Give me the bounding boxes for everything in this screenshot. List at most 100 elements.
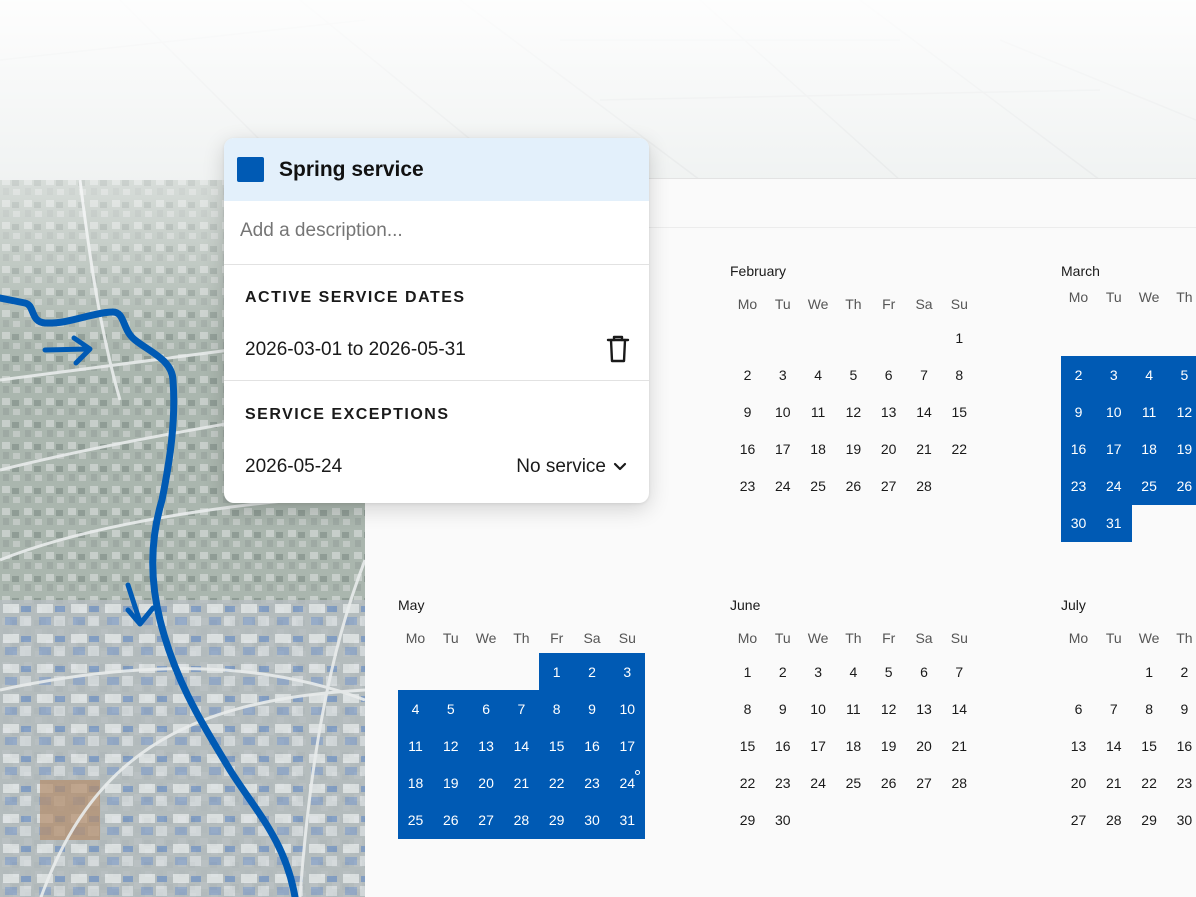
calendar-day[interactable]: 2 [765, 653, 801, 691]
calendar-day[interactable]: 9 [1166, 690, 1196, 728]
calendar-day[interactable]: 29 [538, 801, 575, 839]
calendar-day[interactable]: 29 [730, 801, 766, 839]
calendar-day[interactable]: 21 [941, 727, 977, 765]
calendar-day[interactable]: 27 [906, 764, 942, 802]
calendar-day[interactable]: 17 [765, 430, 801, 468]
calendar-day[interactable]: 10 [765, 393, 801, 431]
calendar-day[interactable]: 11 [1131, 393, 1168, 431]
calendar-day[interactable]: 28 [906, 467, 942, 505]
calendar-day[interactable]: 9 [730, 393, 766, 431]
calendar-day[interactable]: 19 [835, 430, 871, 468]
calendar-day[interactable]: 23 [1166, 764, 1196, 802]
calendar-day[interactable]: 11 [835, 690, 871, 728]
calendar-day[interactable]: 31 [1095, 504, 1132, 542]
calendar-day[interactable]: 24 [1095, 467, 1132, 505]
calendar-day[interactable]: 10 [800, 690, 836, 728]
calendar-day[interactable]: 16 [765, 727, 801, 765]
calendar-day[interactable]: 11 [397, 727, 434, 765]
calendar-day[interactable]: 8 [1131, 690, 1167, 728]
calendar-day[interactable]: 20 [1061, 764, 1097, 802]
calendar-day[interactable]: 27 [1061, 801, 1097, 839]
exception-type-select[interactable]: No service [516, 456, 627, 478]
calendar-day[interactable]: 6 [871, 356, 907, 394]
active-date-range[interactable]: 2026-03-01 to 2026-05-31 [245, 339, 466, 361]
calendar-day[interactable]: 13 [906, 690, 942, 728]
description-input[interactable] [240, 220, 620, 242]
exception-date[interactable]: 2026-05-24 [245, 456, 342, 478]
calendar-day[interactable]: 3 [609, 653, 646, 691]
calendar-day[interactable]: 12 [871, 690, 907, 728]
calendar-day[interactable]: 1 [1131, 653, 1167, 691]
calendar-day[interactable]: 24 [765, 467, 801, 505]
calendar-day[interactable]: 8 [538, 690, 575, 728]
calendar-day[interactable]: 5 [1166, 356, 1196, 394]
calendar-day[interactable]: 22 [730, 764, 766, 802]
calendar-day[interactable]: 1 [730, 653, 766, 691]
calendar-day[interactable]: 12 [835, 393, 871, 431]
calendar-day[interactable]: 14 [1096, 727, 1132, 765]
calendar-day[interactable]: 21 [503, 764, 540, 802]
calendar-day[interactable]: 19 [432, 764, 469, 802]
calendar-day[interactable]: 17 [800, 727, 836, 765]
calendar-day[interactable]: 5 [835, 356, 871, 394]
service-color-swatch[interactable] [237, 157, 264, 182]
calendar-day[interactable]: 7 [503, 690, 540, 728]
calendar-day[interactable]: 26 [1166, 467, 1196, 505]
calendar-day[interactable]: 23 [1060, 467, 1097, 505]
calendar-day[interactable]: 18 [835, 727, 871, 765]
calendar-day[interactable]: 2 [574, 653, 610, 691]
calendar-day[interactable]: 29 [1131, 801, 1167, 839]
calendar-day[interactable]: 2 [1060, 356, 1097, 394]
calendar-day[interactable]: 17 [609, 727, 646, 765]
calendar-day[interactable]: 28 [503, 801, 540, 839]
calendar-day[interactable]: 10 [609, 690, 646, 728]
calendar-day[interactable]: 15 [941, 393, 977, 431]
calendar-day[interactable]: 12 [432, 727, 469, 765]
calendar-day[interactable]: 25 [397, 801, 434, 839]
calendar-day[interactable]: 6 [468, 690, 505, 728]
calendar-day[interactable]: 24 [609, 764, 646, 802]
calendar-day[interactable]: 22 [1131, 764, 1167, 802]
calendar-day[interactable]: 3 [765, 356, 801, 394]
calendar-day[interactable]: 13 [468, 727, 505, 765]
calendar-day[interactable]: 20 [468, 764, 505, 802]
calendar-day[interactable]: 25 [835, 764, 871, 802]
calendar-day[interactable]: 5 [871, 653, 907, 691]
calendar-day[interactable]: 28 [941, 764, 977, 802]
calendar-day[interactable]: 18 [1131, 430, 1168, 468]
calendar-day[interactable]: 28 [1096, 801, 1132, 839]
calendar-day[interactable]: 5 [432, 690, 469, 728]
calendar-day[interactable]: 21 [906, 430, 942, 468]
calendar-day[interactable]: 15 [730, 727, 766, 765]
calendar-day[interactable]: 25 [1131, 467, 1168, 505]
calendar-day[interactable]: 10 [1095, 393, 1132, 431]
calendar-day[interactable]: 1 [941, 319, 977, 357]
service-title[interactable]: Spring service [279, 158, 424, 182]
calendar-day[interactable]: 19 [1166, 430, 1196, 468]
calendar-day[interactable]: 19 [871, 727, 907, 765]
calendar-day[interactable]: 18 [397, 764, 434, 802]
calendar-day[interactable]: 16 [730, 430, 766, 468]
calendar-day[interactable]: 7 [906, 356, 942, 394]
calendar-day[interactable]: 14 [503, 727, 540, 765]
calendar-day[interactable]: 8 [941, 356, 977, 394]
calendar-day[interactable]: 16 [1060, 430, 1097, 468]
calendar-day[interactable]: 30 [574, 801, 610, 839]
calendar-day[interactable]: 4 [835, 653, 871, 691]
calendar-day[interactable]: 30 [1060, 504, 1097, 542]
calendar-day[interactable]: 16 [1166, 727, 1196, 765]
calendar-day[interactable]: 6 [906, 653, 942, 691]
calendar-day[interactable]: 24 [800, 764, 836, 802]
calendar-day[interactable]: 20 [906, 727, 942, 765]
calendar-day[interactable]: 14 [906, 393, 942, 431]
calendar-day[interactable]: 7 [941, 653, 977, 691]
calendar-day[interactable]: 9 [574, 690, 610, 728]
calendar-day[interactable]: 7 [1096, 690, 1132, 728]
calendar-day[interactable]: 17 [1095, 430, 1132, 468]
calendar-day[interactable]: 12 [1166, 393, 1196, 431]
calendar-day[interactable]: 27 [871, 467, 907, 505]
calendar-day[interactable]: 22 [538, 764, 575, 802]
calendar-day[interactable]: 23 [574, 764, 610, 802]
calendar-day[interactable]: 22 [941, 430, 977, 468]
calendar-day[interactable]: 8 [730, 690, 766, 728]
